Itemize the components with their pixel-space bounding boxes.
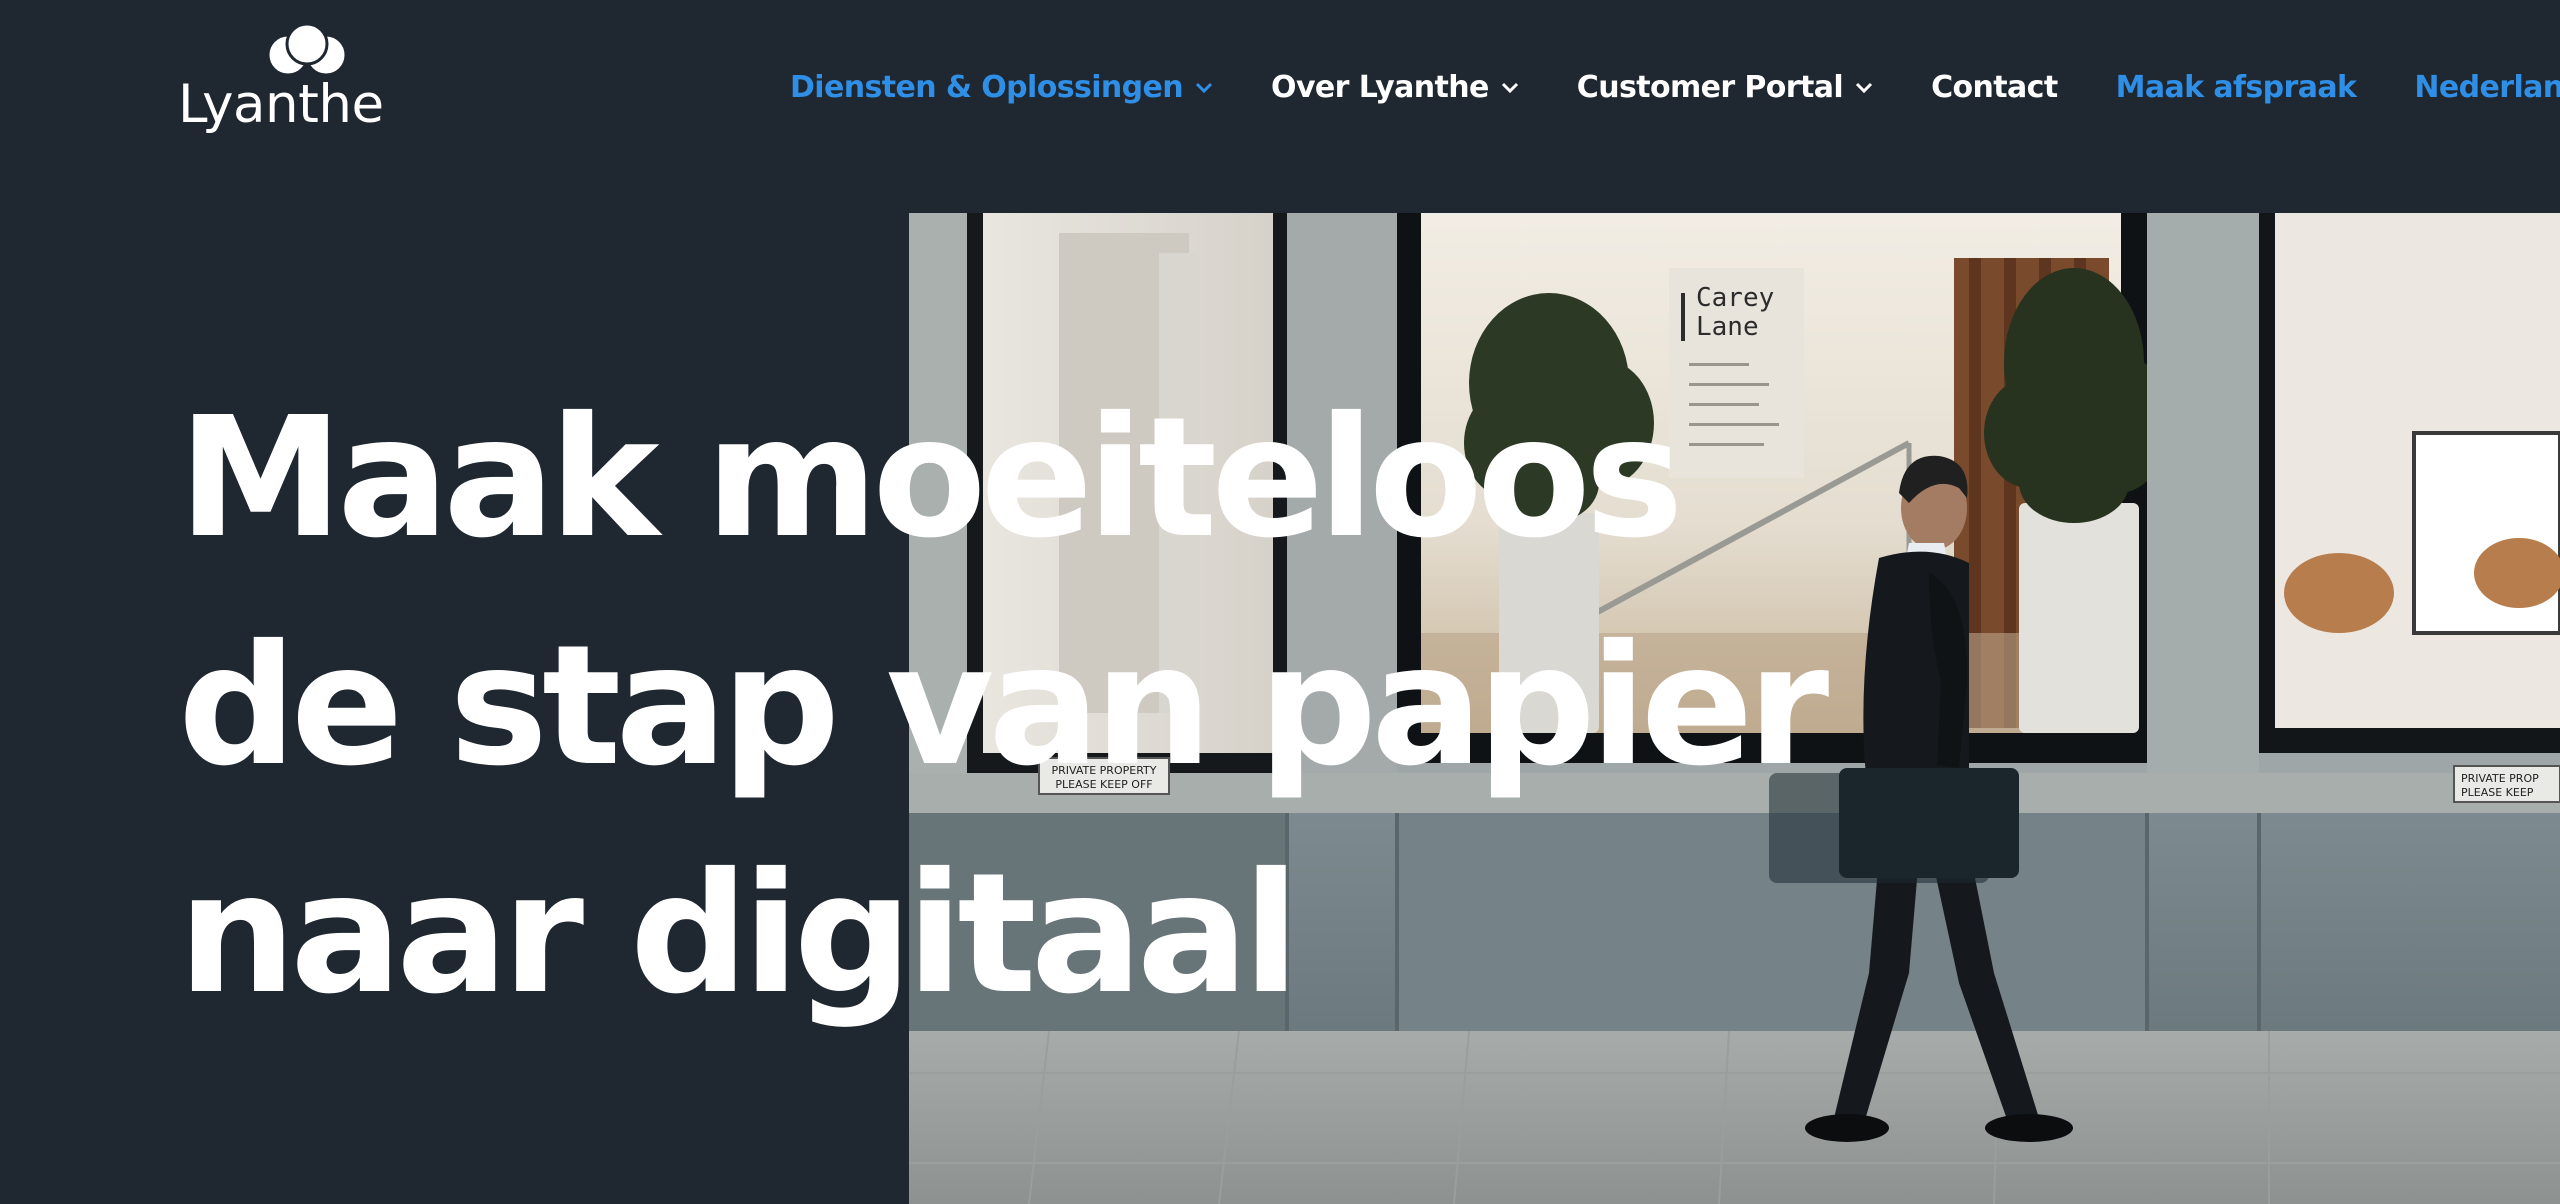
- hero-headline: Maak moeiteloos de stap van papier naar …: [178, 365, 1878, 1049]
- svg-text:PLEASE KEEP: PLEASE KEEP: [2461, 786, 2534, 799]
- nav-item-contact[interactable]: Contact: [1931, 70, 2058, 105]
- headline-line-2: de stap van papier: [178, 610, 1829, 803]
- nav-item-label: Customer Portal: [1576, 69, 1844, 105]
- chevron-down-icon: [1195, 82, 1213, 94]
- nav-item-maak-afspraak[interactable]: Maak afspraak: [2116, 70, 2357, 105]
- nav-item-language-nederlands[interactable]: Nederlands: [2414, 70, 2560, 105]
- chevron-down-icon: [1501, 82, 1518, 94]
- chevron-down-icon: [1856, 82, 1873, 94]
- three-circles-logo-icon: [266, 22, 348, 76]
- nav-item-diensten-oplossingen[interactable]: Diensten & Oplossingen: [790, 70, 1213, 105]
- page: Lyanthe Diensten & Oplossingen Over Lyan…: [0, 0, 2560, 1204]
- nav-item-label: Maak afspraak: [2115, 69, 2357, 105]
- nav-item-label: Over Lyanthe: [1271, 69, 1489, 105]
- nav-item-label: Diensten & Oplossingen: [790, 69, 1184, 105]
- svg-text:Carey: Carey: [1696, 283, 1774, 313]
- main-nav: Diensten & Oplossingen Over Lyanthe Cust…: [790, 64, 2560, 110]
- logo-link[interactable]: Lyanthe: [178, 22, 388, 135]
- svg-text:Lane: Lane: [1696, 312, 1759, 342]
- nav-item-label: Nederlands: [2414, 69, 2560, 105]
- brand-name: Lyanthe: [178, 74, 384, 135]
- headline-line-1: Maak moeiteloos: [178, 382, 1684, 575]
- nav-item-label: Contact: [1931, 69, 2058, 105]
- nav-item-customer-portal[interactable]: Customer Portal: [1577, 70, 1873, 105]
- svg-text:PRIVATE PROP: PRIVATE PROP: [2461, 772, 2539, 785]
- headline-line-3: naar digitaal: [178, 838, 1300, 1031]
- nav-item-over-lyanthe[interactable]: Over Lyanthe: [1271, 70, 1519, 105]
